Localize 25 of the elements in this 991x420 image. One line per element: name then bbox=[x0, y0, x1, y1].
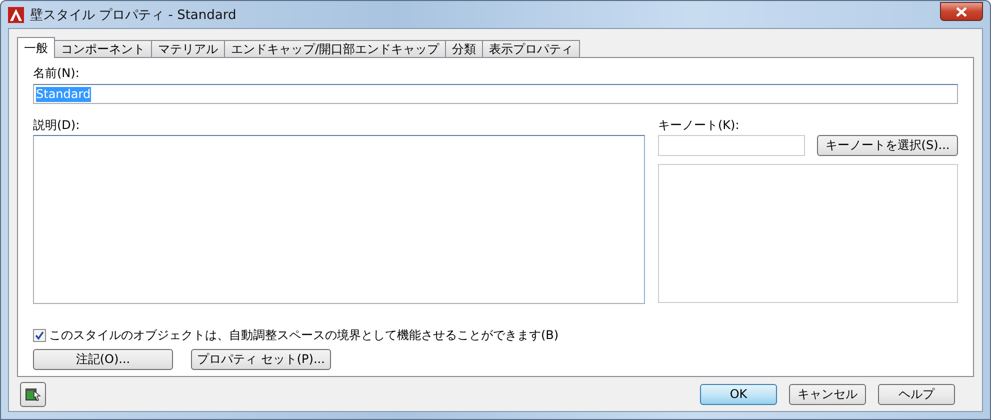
keynote-field[interactable] bbox=[658, 135, 805, 156]
tab[interactable]: 一般 bbox=[17, 37, 55, 58]
tab[interactable]: エンドキャップ/開口部エンドキャップ bbox=[224, 40, 446, 58]
toolbar-button[interactable] bbox=[20, 382, 46, 406]
description-label: 説明(D): bbox=[33, 117, 81, 133]
close-button[interactable] bbox=[940, 2, 983, 21]
window-cursor-icon bbox=[25, 386, 41, 402]
dialog-button[interactable]: ヘルプ bbox=[878, 384, 955, 404]
panel-button[interactable]: 注記(O)... bbox=[33, 349, 173, 370]
name-label: 名前(N): bbox=[33, 65, 80, 81]
dialog-button[interactable]: OK bbox=[700, 384, 777, 404]
close-icon bbox=[956, 6, 967, 16]
select-keynote-button[interactable]: キーノートを選択(S)... bbox=[817, 135, 958, 156]
tab[interactable]: 分類 bbox=[445, 40, 484, 58]
tab[interactable]: 表示プロパティ bbox=[482, 40, 580, 58]
tab[interactable]: コンポーネント bbox=[54, 40, 152, 58]
description-field[interactable] bbox=[33, 135, 645, 304]
window-title: 壁スタイル プロパティ - Standard bbox=[30, 6, 236, 24]
panel-button[interactable]: プロパティ セット(P)... bbox=[191, 349, 331, 370]
keynote-label: キーノート(K): bbox=[658, 117, 740, 133]
tab[interactable]: マテリアル bbox=[151, 40, 225, 58]
app-logo-icon bbox=[8, 6, 24, 22]
checkbox-label: このスタイルのオブジェクトは、自動調整スペースの境界として機能させることができます(B) bbox=[49, 327, 559, 343]
dialog-button[interactable]: キャンセル bbox=[789, 384, 866, 404]
checkbox[interactable] bbox=[33, 328, 46, 342]
